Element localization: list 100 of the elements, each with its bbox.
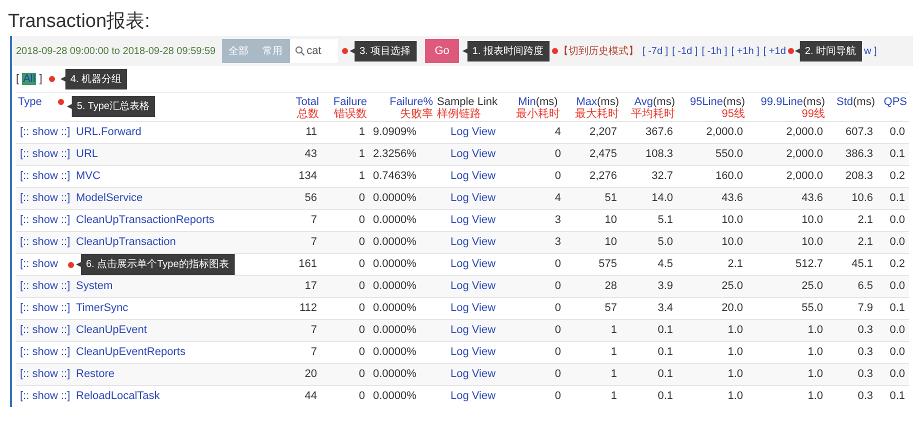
log-view-link[interactable]: Log View (450, 170, 496, 182)
table-cell: 0 (358, 302, 365, 314)
pointer-dot (58, 99, 64, 105)
annotation: 99线 (800, 108, 825, 121)
column-header[interactable]: Total (296, 96, 319, 108)
type-link[interactable]: ReloadLocalTask (76, 390, 160, 402)
type-link[interactable]: URL.Forward (76, 126, 142, 138)
table-cell: 20.0 (722, 302, 743, 314)
table-cell: 160.0 (715, 170, 743, 182)
type-link[interactable]: ModelService (76, 192, 143, 204)
annotation: 错误数 (333, 108, 367, 121)
table-cell: 0 (554, 148, 561, 160)
table-cell: 0 (358, 258, 365, 270)
table-cell: 57 (604, 302, 617, 314)
table-cell: 56 (304, 192, 317, 204)
table-cell: 17 (304, 280, 317, 292)
time-nav-link[interactable]: [ +1d (763, 46, 786, 56)
column-header[interactable]: Type (18, 96, 42, 108)
log-view-link[interactable]: Log View (450, 346, 496, 358)
table-cell: 208.3 (845, 170, 873, 182)
annotation: 总数 (296, 108, 319, 121)
log-view-link[interactable]: Log View (450, 390, 496, 402)
go-button[interactable]: Go (424, 39, 460, 63)
log-view-link[interactable]: Log View (450, 126, 496, 138)
table-cell: 10.6 (852, 192, 873, 204)
table-cell: 0.1 (658, 390, 673, 402)
table-cell: 1.0 (728, 324, 743, 336)
callout: 3. 项目选择 (350, 40, 417, 62)
annotation: 平均耗时 (630, 108, 675, 121)
column-header[interactable]: QPS (884, 96, 907, 108)
table-cell: 0.0000% (373, 214, 416, 226)
table-cell: 607.3 (845, 126, 873, 138)
log-view-link[interactable]: Log View (450, 258, 496, 270)
column-header[interactable]: Max(ms) (576, 96, 619, 108)
type-link[interactable]: Restore (76, 368, 115, 380)
table-cell: 0 (554, 280, 561, 292)
log-view-link[interactable]: Log View (450, 302, 496, 314)
table-cell: 1.0 (808, 368, 823, 380)
table-cell: 0.0000% (373, 192, 416, 204)
log-view-link[interactable]: Log View (450, 214, 496, 226)
table-cell: 0 (358, 280, 365, 292)
type-link[interactable]: CleanUpEvent (76, 324, 147, 336)
type-link[interactable]: CleanUpEventReports (76, 346, 186, 358)
pointer-dot (68, 262, 74, 268)
time-nav-link[interactable]: w ] (864, 46, 877, 56)
show-link[interactable]: [:: show ::] (20, 386, 70, 407)
time-nav-link[interactable]: [ -7d ] (642, 46, 668, 56)
time-nav-link[interactable]: [ -1d ] (672, 46, 698, 56)
column-header[interactable]: Failure% (390, 96, 433, 108)
table-cell: 0.0000% (373, 324, 416, 336)
table-cell: 0 (358, 192, 365, 204)
show-link[interactable]: [:: show (20, 254, 58, 275)
table-cell: 0 (358, 346, 365, 358)
type-link[interactable]: URL (76, 148, 98, 160)
type-link[interactable]: CleanUpTransactionReports (76, 214, 214, 226)
type-link[interactable]: TimerSync (76, 302, 128, 314)
table-cell: 1.0 (728, 346, 743, 358)
history-mode-link[interactable]: 【切到历史模式】 (558, 44, 639, 58)
table-cell: 2,000.0 (706, 126, 743, 138)
table-cell: 0.3 (858, 324, 873, 336)
column-header[interactable]: Std(ms) (836, 96, 875, 108)
table-cell: 0 (554, 324, 561, 336)
table-cell: 0.1 (658, 346, 673, 358)
table-cell: 1.0 (808, 324, 823, 336)
table-cell: 0 (554, 346, 561, 358)
table-cell: 0 (358, 236, 365, 248)
annotation: 最小耗时 (515, 108, 561, 121)
bracket: [ (16, 73, 20, 85)
column-header[interactable]: Min(ms) (518, 96, 558, 108)
time-nav-link[interactable]: [ +1h ] (731, 46, 760, 56)
time-nav-link[interactable]: [ -1h ] (702, 46, 728, 56)
table-cell: 0.1 (890, 148, 905, 160)
table-cell: 7 (310, 346, 317, 358)
table-cell: 5.0 (658, 236, 673, 248)
callout: 1. 报表时间跨度 (462, 40, 550, 62)
column-header[interactable]: 99.9Line(ms) (760, 96, 825, 108)
table-cell: 3.4 (658, 302, 673, 314)
annotation: 失败率 (399, 108, 433, 121)
show-link[interactable]: [:: show ::] (20, 166, 70, 187)
show-link[interactable]: [:: show ::] (20, 122, 70, 143)
column-header[interactable]: 95Line(ms) (690, 96, 745, 108)
table-cell: 10.0 (802, 214, 823, 226)
type-link[interactable]: System (76, 280, 113, 292)
table-cell: 0.0000% (373, 236, 416, 248)
search-field[interactable]: cat (290, 39, 338, 63)
table-cell: 108.3 (645, 148, 673, 160)
column-header[interactable]: Failure (333, 96, 367, 108)
show-link[interactable]: [:: show ::] (20, 342, 70, 363)
annotation: 95线 (720, 108, 745, 121)
show-link[interactable]: [:: show ::] (20, 298, 70, 319)
table-cell: 32.7 (652, 170, 673, 182)
table-cell: 161 (298, 258, 317, 270)
table-cell: 10 (604, 214, 617, 226)
table-cell: 0.0000% (373, 258, 416, 270)
column-header[interactable]: Avg(ms) (634, 96, 675, 108)
table-cell: 3 (554, 236, 561, 248)
table-cell: 0.0 (890, 126, 905, 138)
type-link[interactable]: MVC (76, 170, 100, 182)
show-link[interactable]: [:: show ::] (20, 210, 70, 231)
table-cell: 43.6 (802, 192, 823, 204)
